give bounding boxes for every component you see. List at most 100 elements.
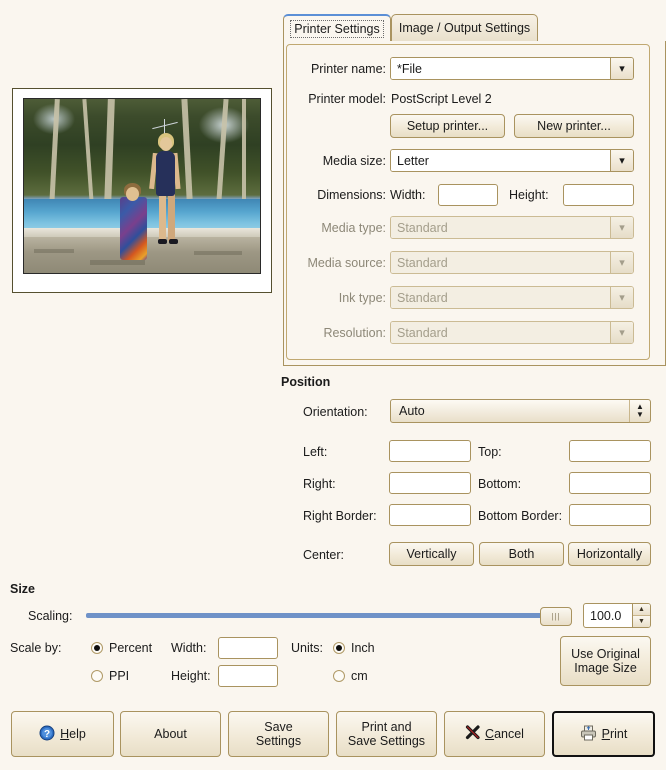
size-height-input[interactable] — [218, 665, 278, 687]
chevron-down-icon[interactable]: ▾ — [610, 150, 633, 171]
use-original-line2: Image Size — [574, 661, 637, 675]
save-settings-line2: Settings — [255, 734, 302, 748]
scaling-value: 100.0 — [590, 608, 622, 623]
right-margin-input[interactable] — [389, 472, 471, 494]
use-original-line1: Use Original — [571, 647, 640, 661]
media-source-label: Media source: — [307, 256, 386, 270]
ink-type-combo[interactable]: Standard ▾ — [390, 286, 634, 309]
center-both-label: Both — [508, 547, 535, 561]
media-size-value: Letter — [391, 150, 610, 171]
figure-adult — [156, 151, 175, 196]
help-icon: ? — [39, 725, 55, 744]
dimensions-height-label: Height: — [509, 188, 549, 202]
right-border-label: Right Border: — [303, 509, 377, 523]
print-and-save-settings-button[interactable]: Print and Save Settings — [336, 711, 437, 757]
media-source-value: Standard — [391, 252, 610, 273]
radio-ppi-icon[interactable] — [91, 670, 103, 682]
preview-photo — [24, 99, 260, 273]
scale-by-percent-radio[interactable]: Percent — [91, 641, 152, 655]
save-settings-line1: Save — [264, 720, 293, 734]
print-preview-frame[interactable] — [12, 88, 272, 293]
scaling-slider-handle[interactable]: ||| — [540, 607, 572, 626]
printer-model-value: PostScript Level 2 — [391, 92, 492, 106]
save-settings-button[interactable]: Save Settings — [228, 711, 329, 757]
spinner-updown-icon[interactable]: ▲ ▼ — [629, 400, 650, 422]
setup-printer-button-label: Setup printer... — [406, 119, 489, 133]
scale-by-label: Scale by: — [10, 641, 62, 655]
radio-inch-icon[interactable] — [333, 642, 345, 654]
media-type-label: Media type: — [321, 221, 386, 235]
size-width-input[interactable] — [218, 637, 278, 659]
center-both-button[interactable]: Both — [479, 542, 564, 566]
right-margin-label: Right: — [303, 477, 336, 491]
center-horizontally-button[interactable]: Horizontally — [568, 542, 651, 566]
printer-icon — [580, 725, 597, 744]
spinner-up-icon[interactable]: ▲ — [633, 604, 650, 616]
units-cm-label: cm — [351, 669, 368, 683]
radio-cm-icon[interactable] — [333, 670, 345, 682]
new-printer-button-label: New printer... — [537, 119, 611, 133]
bottom-margin-label: Bottom: — [478, 477, 522, 491]
chevron-down-icon[interactable]: ▾ — [610, 287, 633, 308]
tab-image-output-settings-label: Image / Output Settings — [398, 21, 531, 35]
tab-printer-settings-label: Printer Settings — [290, 19, 384, 38]
chevron-down-icon[interactable]: ▾ — [610, 58, 633, 79]
scale-by-ppi-radio[interactable]: PPI — [91, 669, 129, 683]
spinner-down-icon[interactable]: ▼ — [633, 616, 650, 627]
media-size-combo[interactable]: Letter ▾ — [390, 149, 634, 172]
tab-printer-settings[interactable]: Printer Settings — [283, 14, 391, 41]
bottom-border-input[interactable] — [569, 504, 651, 526]
chevron-down-icon[interactable]: ▾ — [610, 217, 633, 238]
about-button[interactable]: About — [120, 711, 221, 757]
about-button-label: About — [154, 727, 187, 741]
left-margin-input[interactable] — [389, 440, 471, 462]
top-margin-label: Top: — [478, 445, 502, 459]
help-button[interactable]: ? HHelpelp — [11, 711, 114, 757]
chevron-down-icon[interactable]: ▾ — [610, 322, 633, 343]
media-type-combo[interactable]: Standard ▾ — [390, 216, 634, 239]
scaling-spinner-buttons[interactable]: ▲ ▼ — [632, 604, 650, 627]
orientation-label: Orientation: — [303, 405, 368, 419]
orientation-combo[interactable]: Auto ▲ ▼ — [390, 399, 651, 423]
bottom-margin-input[interactable] — [569, 472, 651, 494]
ink-type-label: Ink type: — [338, 291, 386, 305]
position-section-title: Position — [281, 375, 331, 389]
center-label: Center: — [303, 548, 344, 562]
tab-image-output-settings[interactable]: Image / Output Settings — [391, 14, 538, 41]
media-type-value: Standard — [391, 217, 610, 238]
scaling-spinbox[interactable]: 100.0 ▲ ▼ — [583, 603, 651, 628]
center-vertically-button[interactable]: Vertically — [389, 542, 474, 566]
media-source-combo[interactable]: Standard ▾ — [390, 251, 634, 274]
print-and-save-line2: Save Settings — [347, 734, 426, 748]
preview-page-outline — [23, 98, 261, 274]
printer-name-combo[interactable]: *File ▾ — [390, 57, 634, 80]
setup-printer-button[interactable]: Setup printer... — [390, 114, 505, 138]
chevron-down-icon[interactable]: ▾ — [610, 252, 633, 273]
print-button[interactable]: PrintPrint — [552, 711, 655, 757]
size-height-label: Height: — [171, 669, 211, 683]
figure-child — [126, 187, 139, 201]
dimensions-width-input[interactable] — [438, 184, 498, 206]
new-printer-button[interactable]: New printer... — [514, 114, 634, 138]
resolution-value: Standard — [391, 322, 610, 343]
top-margin-input[interactable] — [569, 440, 651, 462]
cancel-button[interactable]: CancelCancel — [444, 711, 545, 757]
use-original-image-size-button[interactable]: Use Original Image Size — [560, 636, 651, 686]
print-and-save-line1: Print and — [361, 720, 412, 734]
ink-type-value: Standard — [391, 287, 610, 308]
scaling-slider-track[interactable] — [86, 613, 563, 618]
pole-crossbar-icon — [152, 121, 178, 130]
figure-towel — [120, 197, 147, 260]
right-border-input[interactable] — [389, 504, 471, 526]
dimensions-label: Dimensions: — [317, 188, 386, 202]
scale-by-ppi-label: PPI — [109, 669, 130, 683]
dimensions-height-input[interactable] — [563, 184, 634, 206]
center-horizontally-label: Horizontally — [576, 547, 643, 561]
orientation-value: Auto — [399, 404, 425, 418]
radio-percent-icon[interactable] — [91, 642, 103, 654]
bottom-border-label: Bottom Border: — [478, 509, 563, 523]
units-cm-radio[interactable]: cm — [333, 669, 368, 683]
resolution-combo[interactable]: Standard ▾ — [390, 321, 634, 344]
units-inch-radio[interactable]: Inch — [333, 641, 375, 655]
dimensions-width-label: Width: — [390, 188, 426, 202]
